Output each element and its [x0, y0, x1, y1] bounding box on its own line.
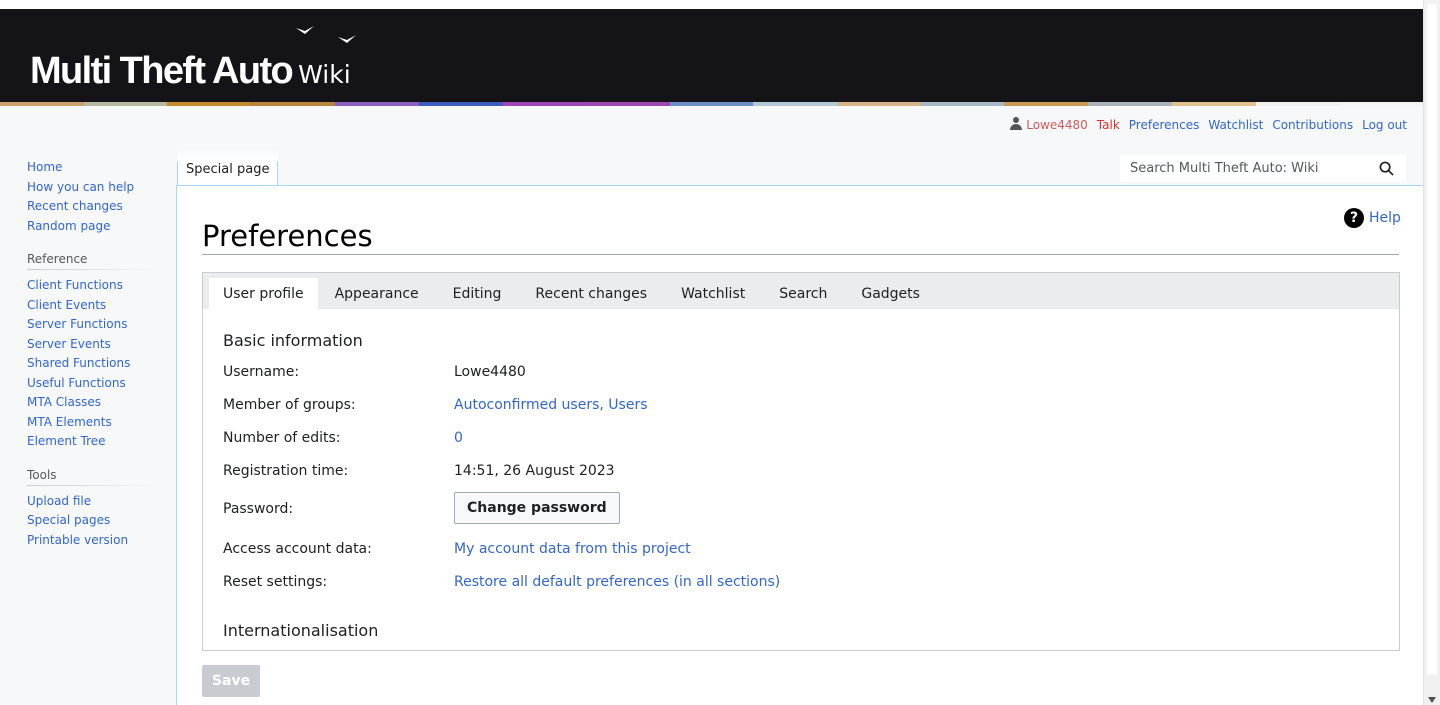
- title-divider: [202, 254, 1399, 255]
- save-button[interactable]: Save: [202, 665, 260, 697]
- sidebar-item-printable-version[interactable]: Printable version: [27, 531, 155, 551]
- edits-value-link[interactable]: 0: [454, 430, 463, 446]
- help-label: Help: [1369, 210, 1401, 226]
- preferences-body: Basic information Username: Lowe4480 Mem…: [203, 309, 1399, 649]
- search-placeholder: Search Multi Theft Auto: Wiki: [1130, 161, 1319, 176]
- talk-link[interactable]: Talk: [1097, 118, 1120, 132]
- color-bar-segment: [753, 102, 838, 106]
- user-link[interactable]: Lowe4480: [1010, 117, 1088, 132]
- sidebar-item-server-events[interactable]: Server Events: [27, 335, 155, 355]
- sidebar-item-client-functions[interactable]: Client Functions: [27, 276, 155, 296]
- help-icon: ?: [1344, 208, 1364, 228]
- user-icon: [1010, 117, 1023, 131]
- color-bar-segment: [1255, 102, 1340, 106]
- sidebar-item-element-tree[interactable]: Element Tree: [27, 432, 155, 452]
- sidebar-item-random-page[interactable]: Random page: [27, 217, 155, 237]
- preferences-panel: User profile Appearance Editing Recent c…: [202, 272, 1400, 651]
- sidebar-item-how-you-can-help[interactable]: How you can help: [27, 178, 155, 198]
- reset-settings-label: Reset settings:: [223, 574, 328, 590]
- page-title: Preferences: [202, 219, 373, 253]
- color-bar-segment: [251, 102, 335, 106]
- color-bar-segment: [334, 102, 419, 106]
- change-password-button[interactable]: Change password: [454, 492, 620, 524]
- color-bar-segment: [920, 102, 1005, 106]
- tab-recent-changes[interactable]: Recent changes: [518, 278, 664, 309]
- groups-value-link[interactable]: Autoconfirmed users, Users: [454, 397, 648, 413]
- site-logo[interactable]: Multi Theft Auto Wiki: [30, 50, 351, 93]
- scroll-down-arrow-icon[interactable]: [1428, 697, 1436, 703]
- password-label: Password:: [223, 501, 294, 517]
- username-value: Lowe4480: [454, 364, 526, 380]
- username-text: Lowe4480: [1026, 118, 1088, 132]
- preferences-link[interactable]: Preferences: [1129, 118, 1200, 132]
- preferences-tabs: User profile Appearance Editing Recent c…: [203, 273, 1399, 309]
- color-bar-segment: [1004, 102, 1089, 106]
- help-link[interactable]: ? Help: [1344, 208, 1401, 228]
- color-bar-segment: [837, 102, 921, 106]
- sidebar-item-home[interactable]: Home: [27, 158, 155, 178]
- edits-label: Number of edits:: [223, 430, 341, 446]
- section-heading-basic-information: Basic information: [223, 331, 363, 350]
- sidebar-navigation: Home How you can help Recent changes Ran…: [27, 158, 155, 236]
- tab-appearance[interactable]: Appearance: [318, 278, 436, 309]
- section-heading-internationalisation: Internationalisation: [223, 621, 379, 640]
- logo-wiki-text: Wiki: [298, 60, 351, 89]
- sidebar-item-recent-changes[interactable]: Recent changes: [27, 197, 155, 217]
- header-top-strip: [0, 0, 1423, 9]
- site-header: Multi Theft Auto Wiki: [0, 0, 1423, 103]
- access-account-label: Access account data:: [223, 541, 372, 557]
- search-icon[interactable]: [1379, 161, 1394, 176]
- sidebar: Home How you can help Recent changes Ran…: [27, 158, 155, 550]
- contributions-link[interactable]: Contributions: [1272, 118, 1353, 132]
- tab-editing[interactable]: Editing: [436, 278, 519, 309]
- sidebar-heading-reference: Reference: [27, 252, 155, 270]
- color-bar-segment: [502, 102, 586, 106]
- color-bar-segment: [585, 102, 670, 106]
- color-bar-segment: [167, 102, 252, 106]
- main-content: Preferences ? Help User profile Appearan…: [176, 185, 1423, 705]
- groups-label: Member of groups:: [223, 397, 356, 413]
- tab-user-profile[interactable]: User profile: [209, 278, 318, 309]
- color-bar-segment: [1088, 102, 1172, 106]
- watchlist-link[interactable]: Watchlist: [1208, 118, 1263, 132]
- vertical-scrollbar[interactable]: [1423, 0, 1440, 705]
- tab-search[interactable]: Search: [762, 278, 844, 309]
- color-bar-segment: [1171, 102, 1256, 106]
- sidebar-item-server-functions[interactable]: Server Functions: [27, 315, 155, 335]
- color-bar-segment: [669, 102, 754, 106]
- color-bar-segment: [1339, 102, 1423, 106]
- sidebar-item-shared-functions[interactable]: Shared Functions: [27, 354, 155, 374]
- search-input[interactable]: Search Multi Theft Auto: Wiki: [1120, 155, 1406, 182]
- sidebar-heading-tools: Tools: [27, 467, 155, 486]
- sidebar-item-useful-functions[interactable]: Useful Functions: [27, 374, 155, 394]
- sidebar-reference: Client Functions Client Events Server Fu…: [27, 276, 155, 452]
- color-bar-segment: [83, 102, 168, 106]
- tab-watchlist[interactable]: Watchlist: [664, 278, 762, 309]
- sidebar-item-upload-file[interactable]: Upload file: [27, 492, 155, 512]
- logout-link[interactable]: Log out: [1362, 118, 1407, 132]
- sidebar-item-mta-elements[interactable]: MTA Elements: [27, 413, 155, 433]
- account-data-link[interactable]: My account data from this project: [454, 541, 691, 557]
- registration-time-value: 14:51, 26 August 2023: [454, 463, 615, 479]
- tab-gadgets[interactable]: Gadgets: [844, 278, 937, 309]
- tab-special-page-label: Special page: [186, 162, 270, 177]
- logo-bird-icon: [296, 26, 356, 43]
- scrollbar-thumb[interactable]: [1427, 4, 1437, 674]
- sidebar-item-client-events[interactable]: Client Events: [27, 296, 155, 316]
- personal-tools: Lowe4480 Talk Preferences Watchlist Cont…: [1010, 117, 1407, 132]
- tab-special-page[interactable]: Special page: [177, 149, 279, 186]
- sidebar-item-special-pages[interactable]: Special pages: [27, 511, 155, 531]
- header-color-bar: [0, 102, 1423, 106]
- color-bar-segment: [418, 102, 503, 106]
- sidebar-item-mta-classes[interactable]: MTA Classes: [27, 393, 155, 413]
- logo-main-text: Multi Theft Auto: [30, 50, 294, 92]
- username-label: Username:: [223, 364, 300, 380]
- restore-defaults-link[interactable]: Restore all default preferences (in all …: [454, 574, 780, 590]
- registration-time-label: Registration time:: [223, 463, 349, 479]
- color-bar-segment: [0, 102, 84, 106]
- sidebar-tools: Upload file Special pages Printable vers…: [27, 492, 155, 551]
